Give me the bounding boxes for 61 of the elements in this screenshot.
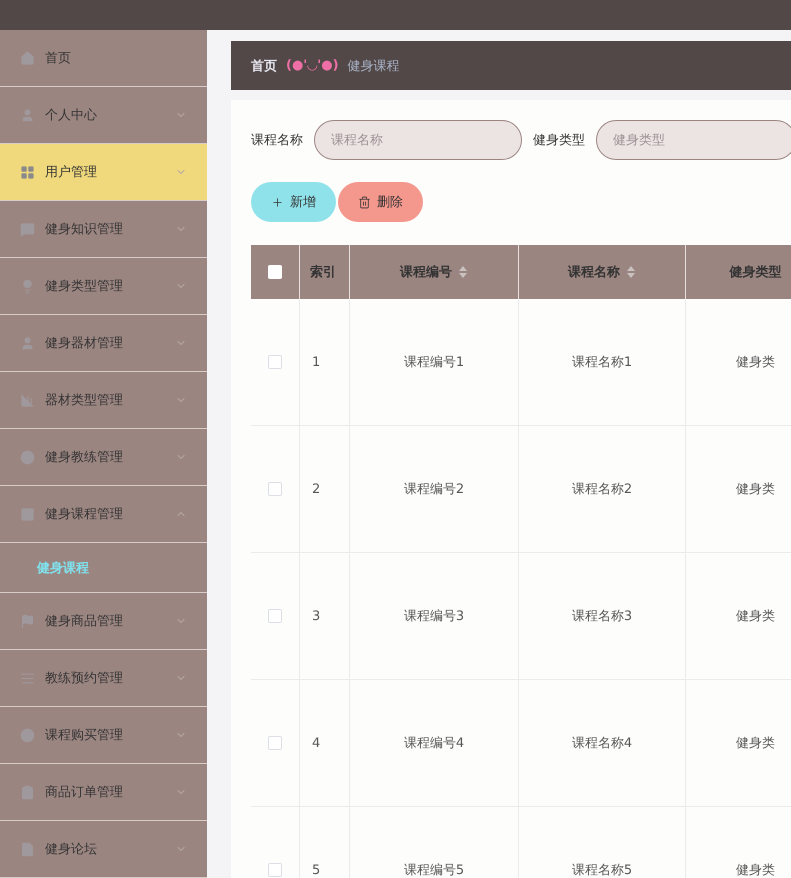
table-cell: 课程名称4 <box>519 680 686 807</box>
sidebar-item[interactable]: 教练预约管理 <box>0 650 207 707</box>
bar-chart-icon <box>20 392 35 408</box>
table-cell: 课程名称3 <box>519 553 686 680</box>
sidebar-item[interactable]: 健身论坛 <box>0 821 207 878</box>
table-cell: 课程编号2 <box>350 426 519 553</box>
sidebar-subitem-label: 健身课程 <box>37 560 89 576</box>
sidebar-item[interactable]: 用户管理 <box>0 144 207 201</box>
row-checkbox[interactable] <box>268 355 282 369</box>
table-header-cell[interactable]: 课程编号 <box>350 245 519 299</box>
chat-bubble-icon <box>20 222 35 236</box>
table-cell: 2 <box>300 426 350 553</box>
clipboard-icon <box>20 784 35 800</box>
table-cell: 课程编号1 <box>350 299 519 426</box>
user-icon <box>20 336 35 350</box>
sort-icon[interactable] <box>626 265 636 279</box>
sidebar-item[interactable]: 健身类型管理 <box>0 258 207 315</box>
search-field[interactable]: 健身类型 <box>596 120 791 160</box>
sidebar-item[interactable]: 商品订单管理 <box>0 764 207 821</box>
table-header-cell[interactable]: 课程名称 <box>519 245 686 299</box>
row-checkbox[interactable] <box>268 609 282 623</box>
grid-icon <box>20 164 35 180</box>
breadcrumb-current: 健身课程 <box>348 58 400 74</box>
trash-icon <box>358 196 371 208</box>
user-icon <box>20 108 35 122</box>
breadcrumb-home-link[interactable]: 首页 <box>251 56 277 74</box>
sidebar-item[interactable]: 健身课程管理 <box>0 486 207 543</box>
sidebar-item[interactable]: 健身商品管理 <box>0 593 207 650</box>
plus-icon <box>271 196 284 208</box>
table-cell: 课程名称1 <box>519 299 686 426</box>
sort-icon[interactable] <box>458 265 468 279</box>
sidebar-item[interactable]: 健身教练管理 <box>0 429 207 486</box>
table-cell: 课程名称2 <box>519 426 686 553</box>
table-cell: 课程编号3 <box>350 553 519 680</box>
row-checkbox[interactable] <box>268 863 282 877</box>
table-cell: 课程编号4 <box>350 680 519 807</box>
select-all-checkbox[interactable] <box>268 265 282 279</box>
document-icon <box>20 842 35 856</box>
row-checkbox[interactable] <box>268 482 282 496</box>
delete-button[interactable]: 删除 <box>338 182 423 222</box>
row-checkbox[interactable] <box>268 736 282 750</box>
table-cell: 4 <box>300 680 350 807</box>
sidebar-item[interactable]: 器材类型管理 <box>0 372 207 429</box>
table-cell: 3 <box>300 553 350 680</box>
sidebar-item[interactable]: 健身知识管理 <box>0 201 207 258</box>
square-icon <box>20 506 35 522</box>
table-header-cell: 健身类型 <box>686 245 791 299</box>
house-icon <box>20 50 35 66</box>
sidebar-subitem[interactable]: 健身课程 <box>0 543 207 593</box>
breadcrumb-separator: (●'◡'●) <box>286 58 339 73</box>
field-label: 健身类型 <box>533 132 585 149</box>
sidebar-item[interactable]: 健身器材管理 <box>0 315 207 372</box>
field-label: 课程名称 <box>251 132 303 149</box>
search-field[interactable]: 课程名称 <box>314 120 522 160</box>
flag-icon <box>20 614 35 628</box>
add-button[interactable]: 新增 <box>251 182 336 222</box>
sidebar-item[interactable]: 首页 <box>0 30 207 87</box>
sidebar-item[interactable]: 课程购买管理 <box>0 707 207 764</box>
table-cell: 1 <box>300 299 350 426</box>
table-header-cell: 索引 <box>300 245 350 299</box>
list-icon <box>20 670 35 686</box>
